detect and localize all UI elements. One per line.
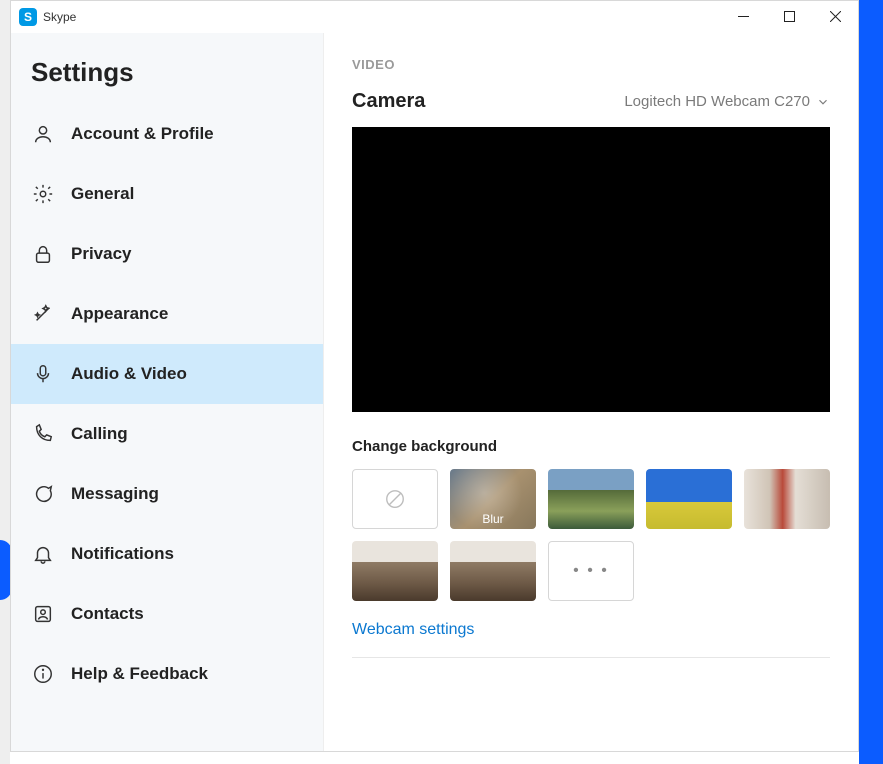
- sidebar-item-messaging[interactable]: Messaging: [11, 464, 323, 524]
- sidebar-item-account-profile[interactable]: Account & Profile: [11, 104, 323, 164]
- camera-preview: [352, 127, 830, 412]
- camera-selected-value: Logitech HD Webcam C270: [624, 93, 810, 110]
- bell-icon: [31, 542, 55, 566]
- background-option-blur[interactable]: Blur: [450, 469, 536, 529]
- background-option-office[interactable]: [744, 469, 830, 529]
- background-option-mountain[interactable]: [548, 469, 634, 529]
- sidebar-item-calling[interactable]: Calling: [11, 404, 323, 464]
- sidebar-item-label: General: [71, 184, 134, 204]
- background-option-room-1[interactable]: [352, 541, 438, 601]
- chat-icon: [31, 482, 55, 506]
- background-option-more[interactable]: • • •: [548, 541, 634, 601]
- minimize-icon: [738, 11, 749, 22]
- phone-icon: [31, 422, 55, 446]
- camera-row: Camera Logitech HD Webcam C270: [352, 90, 830, 113]
- background-options-grid: Blur • • •: [352, 469, 830, 601]
- window-controls: [720, 1, 858, 33]
- info-icon: [31, 662, 55, 686]
- sidebar-item-help-feedback[interactable]: Help & Feedback: [11, 644, 323, 704]
- sidebar-item-label: Privacy: [71, 244, 132, 264]
- sidebar-item-notifications[interactable]: Notifications: [11, 524, 323, 584]
- maximize-icon: [784, 11, 795, 22]
- maximize-button[interactable]: [766, 1, 812, 33]
- settings-title: Settings: [11, 33, 323, 104]
- app-icon: S: [19, 8, 37, 26]
- sidebar-item-audio-video[interactable]: Audio & Video: [11, 344, 323, 404]
- titlebar: S Skype: [11, 1, 858, 33]
- background-right-strip: [859, 0, 883, 764]
- sidebar-item-label: Contacts: [71, 604, 144, 624]
- app-title: Skype: [43, 10, 76, 24]
- gear-icon: [31, 182, 55, 206]
- sidebar-item-label: Calling: [71, 424, 128, 444]
- sidebar-item-general[interactable]: General: [11, 164, 323, 224]
- blur-label: Blur: [450, 512, 536, 526]
- sidebar-item-appearance[interactable]: Appearance: [11, 284, 323, 344]
- video-section-label: VIDEO: [352, 57, 830, 72]
- contacts-icon: [31, 602, 55, 626]
- mic-icon: [31, 362, 55, 386]
- sidebar-item-label: Account & Profile: [71, 124, 214, 144]
- camera-dropdown[interactable]: Logitech HD Webcam C270: [624, 93, 830, 110]
- window-body: Settings Account & Profile General Priva…: [11, 33, 858, 751]
- content-panel: VIDEO Camera Logitech HD Webcam C270 Cha…: [324, 33, 858, 751]
- minimize-button[interactable]: [720, 1, 766, 33]
- app-window: S Skype Settings Account & Profile: [10, 0, 859, 752]
- camera-heading: Camera: [352, 90, 425, 113]
- sidebar-item-label: Help & Feedback: [71, 664, 208, 684]
- sidebar-item-privacy[interactable]: Privacy: [11, 224, 323, 284]
- wand-icon: [31, 302, 55, 326]
- background-option-none[interactable]: [352, 469, 438, 529]
- change-background-label: Change background: [352, 438, 830, 455]
- background-left-strip: [0, 0, 10, 764]
- background-option-field[interactable]: [646, 469, 732, 529]
- more-icon: • • •: [573, 562, 609, 580]
- sidebar-item-label: Audio & Video: [71, 364, 187, 384]
- lock-icon: [31, 242, 55, 266]
- chevron-down-icon: [816, 95, 830, 109]
- person-icon: [31, 122, 55, 146]
- close-button[interactable]: [812, 1, 858, 33]
- sidebar-item-label: Messaging: [71, 484, 159, 504]
- settings-sidebar: Settings Account & Profile General Priva…: [11, 33, 324, 751]
- sidebar-item-label: Notifications: [71, 544, 174, 564]
- sidebar-item-contacts[interactable]: Contacts: [11, 584, 323, 644]
- sidebar-item-label: Appearance: [71, 304, 168, 324]
- divider: [352, 657, 830, 658]
- webcam-settings-link[interactable]: Webcam settings: [352, 621, 474, 639]
- close-icon: [830, 11, 841, 22]
- background-option-room-2[interactable]: [450, 541, 536, 601]
- none-icon: [384, 488, 406, 510]
